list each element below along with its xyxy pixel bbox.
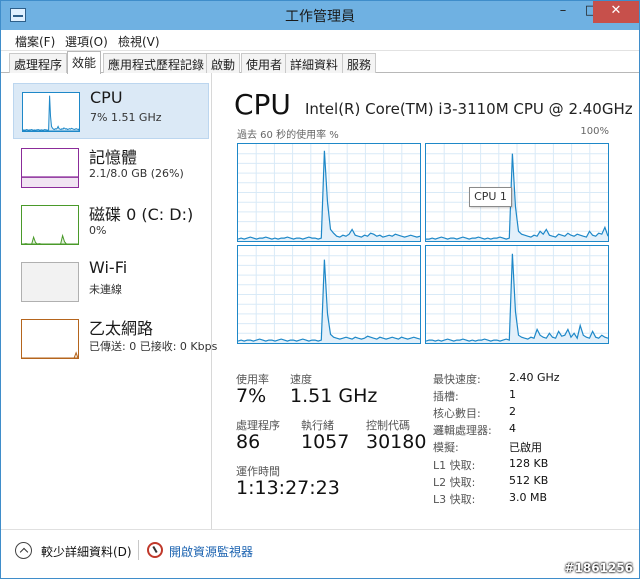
tab-bar: 處理程序 效能 應用程式歷程記錄 啟動 使用者 詳細資料 服務 — [1, 51, 639, 74]
sidebar-item-title: 磁碟 0 (C: D:) — [89, 205, 194, 224]
sidebar-item-title: CPU — [90, 88, 123, 107]
sidebar-item-wifi[interactable]: Wi-Fi 未連線 — [13, 254, 209, 310]
spec-value: 3.0 MB — [509, 491, 548, 504]
chevron-up-icon — [15, 542, 32, 559]
spec-value: 已啟用 — [509, 441, 542, 454]
menu-view[interactable]: 檢視(V) — [118, 33, 160, 50]
thumbnail-line — [23, 95, 79, 131]
cpu-detail-pane: CPU Intel(R) Core(TM) i3-3110M CPU @ 2.4… — [223, 73, 633, 529]
core-tooltip: CPU 1 — [469, 187, 512, 207]
spec-label: 模擬: — [433, 441, 459, 454]
tab-performance[interactable]: 效能 — [67, 51, 102, 74]
menu-bar: 檔案(F) 選項(O) 檢視(V) — [1, 30, 639, 51]
page-title: CPU — [234, 88, 291, 121]
watermark: #1861256 — [564, 561, 633, 575]
sidebar-item-ethernet[interactable]: 乙太網路 已傳送: 0 已接收: 0 Kbps — [13, 311, 217, 367]
cpu-model-name: Intel(R) Core(TM) i3-3110M CPU @ 2.40GHz — [305, 100, 633, 118]
tab-app-history[interactable]: 應用程式歷程記錄 — [103, 53, 210, 73]
sidebar-item-memory[interactable]: 記憶體 2.1/8.0 GB (26%) — [13, 140, 209, 196]
thumbnail-line — [22, 351, 78, 358]
performance-panel: CPU 7% 1.51 GHz 記憶體 2.1/8.0 GB (26%) 磁碟 … — [1, 73, 639, 529]
graph-caption: 過去 60 秒的使用率 % — [237, 130, 339, 141]
cpu-core-graph-2 — [237, 245, 421, 344]
spec-label: 核心數目: — [433, 407, 481, 420]
tab-processes[interactable]: 處理程序 — [9, 53, 68, 73]
sidebar-item-subtitle: 0% — [89, 224, 107, 237]
sidebar-item-subtitle: 7% 1.51 GHz — [90, 111, 162, 124]
sidebar-item-subtitle: 未連線 — [89, 283, 122, 296]
spec-label: L1 快取: — [433, 459, 476, 472]
wifi-thumbnail-graph — [21, 262, 79, 302]
minimize-button[interactable]: – — [549, 1, 577, 23]
ethernet-thumbnail-graph — [21, 319, 79, 359]
speed-value: 1.51 GHz — [290, 385, 378, 407]
graph-max-label: 100% — [580, 126, 609, 137]
spec-label: L2 快取: — [433, 476, 476, 489]
cpu-core-graph-3 — [425, 245, 609, 344]
disk-thumbnail-graph — [21, 205, 79, 245]
menu-options[interactable]: 選項(O) — [65, 33, 108, 50]
processes-value: 86 — [236, 431, 261, 453]
sidebar-item-disk[interactable]: 磁碟 0 (C: D:) 0% — [13, 197, 209, 253]
spec-value: 1 — [509, 388, 516, 401]
fewer-details-label: 較少詳細資料(D) — [41, 545, 132, 559]
menu-file[interactable]: 檔案(F) — [15, 33, 55, 50]
spec-value: 128 KB — [509, 457, 549, 470]
uptime-value: 1:13:27:23 — [236, 477, 340, 499]
threads-value: 1057 — [301, 431, 350, 453]
tab-details[interactable]: 詳細資料 — [285, 53, 344, 73]
title-bar: 工作管理員 – □ ✕ — [1, 1, 639, 30]
tab-services[interactable]: 服務 — [342, 53, 377, 73]
cpu-core-graph-0 — [237, 143, 421, 242]
resource-monitor-label: 開啟資源監視器 — [169, 545, 254, 559]
sidebar-item-title: 乙太網路 — [89, 319, 154, 338]
sidebar-item-subtitle: 2.1/8.0 GB (26%) — [89, 167, 184, 180]
spec-label: 邏輯處理器: — [433, 424, 492, 437]
task-manager-window: 工作管理員 – □ ✕ 檔案(F) 選項(O) 檢視(V) 處理程序 效能 應用… — [0, 0, 640, 579]
sidebar-item-title: Wi-Fi — [89, 258, 128, 277]
panel-divider — [211, 73, 212, 529]
resource-monitor-icon — [147, 542, 163, 558]
spec-value: 4 — [509, 422, 516, 435]
sidebar-item-title: 記憶體 — [89, 148, 138, 167]
footer-bar: 較少詳細資料(D) 開啟資源監視器 — [1, 529, 639, 578]
memory-thumbnail-graph — [21, 148, 79, 188]
utilization-value: 7% — [236, 385, 267, 407]
handles-value: 30180 — [366, 431, 427, 453]
spec-label: L3 快取: — [433, 493, 476, 506]
spec-value: 512 KB — [509, 474, 549, 487]
sidebar-item-cpu[interactable]: CPU 7% 1.51 GHz — [13, 83, 209, 139]
cpu-thumbnail-graph — [22, 92, 80, 132]
memory-fill — [22, 177, 78, 187]
window-title: 工作管理員 — [285, 9, 355, 25]
resource-sidebar: CPU 7% 1.51 GHz 記憶體 2.1/8.0 GB (26%) 磁碟 … — [13, 83, 217, 523]
spec-label: 插槽: — [433, 390, 459, 403]
close-button[interactable]: ✕ — [593, 1, 639, 23]
spec-label: 最快速度: — [433, 373, 481, 386]
footer-divider — [138, 540, 139, 560]
thumbnail-line — [22, 233, 78, 244]
spec-value: 2.40 GHz — [509, 371, 560, 384]
sidebar-item-subtitle: 已傳送: 0 已接收: 0 Kbps — [89, 340, 218, 353]
cpu-core-graph-1[interactable] — [425, 143, 609, 242]
tab-users[interactable]: 使用者 — [241, 53, 288, 73]
spec-value: 2 — [509, 405, 516, 418]
tab-startup[interactable]: 啟動 — [206, 53, 241, 73]
